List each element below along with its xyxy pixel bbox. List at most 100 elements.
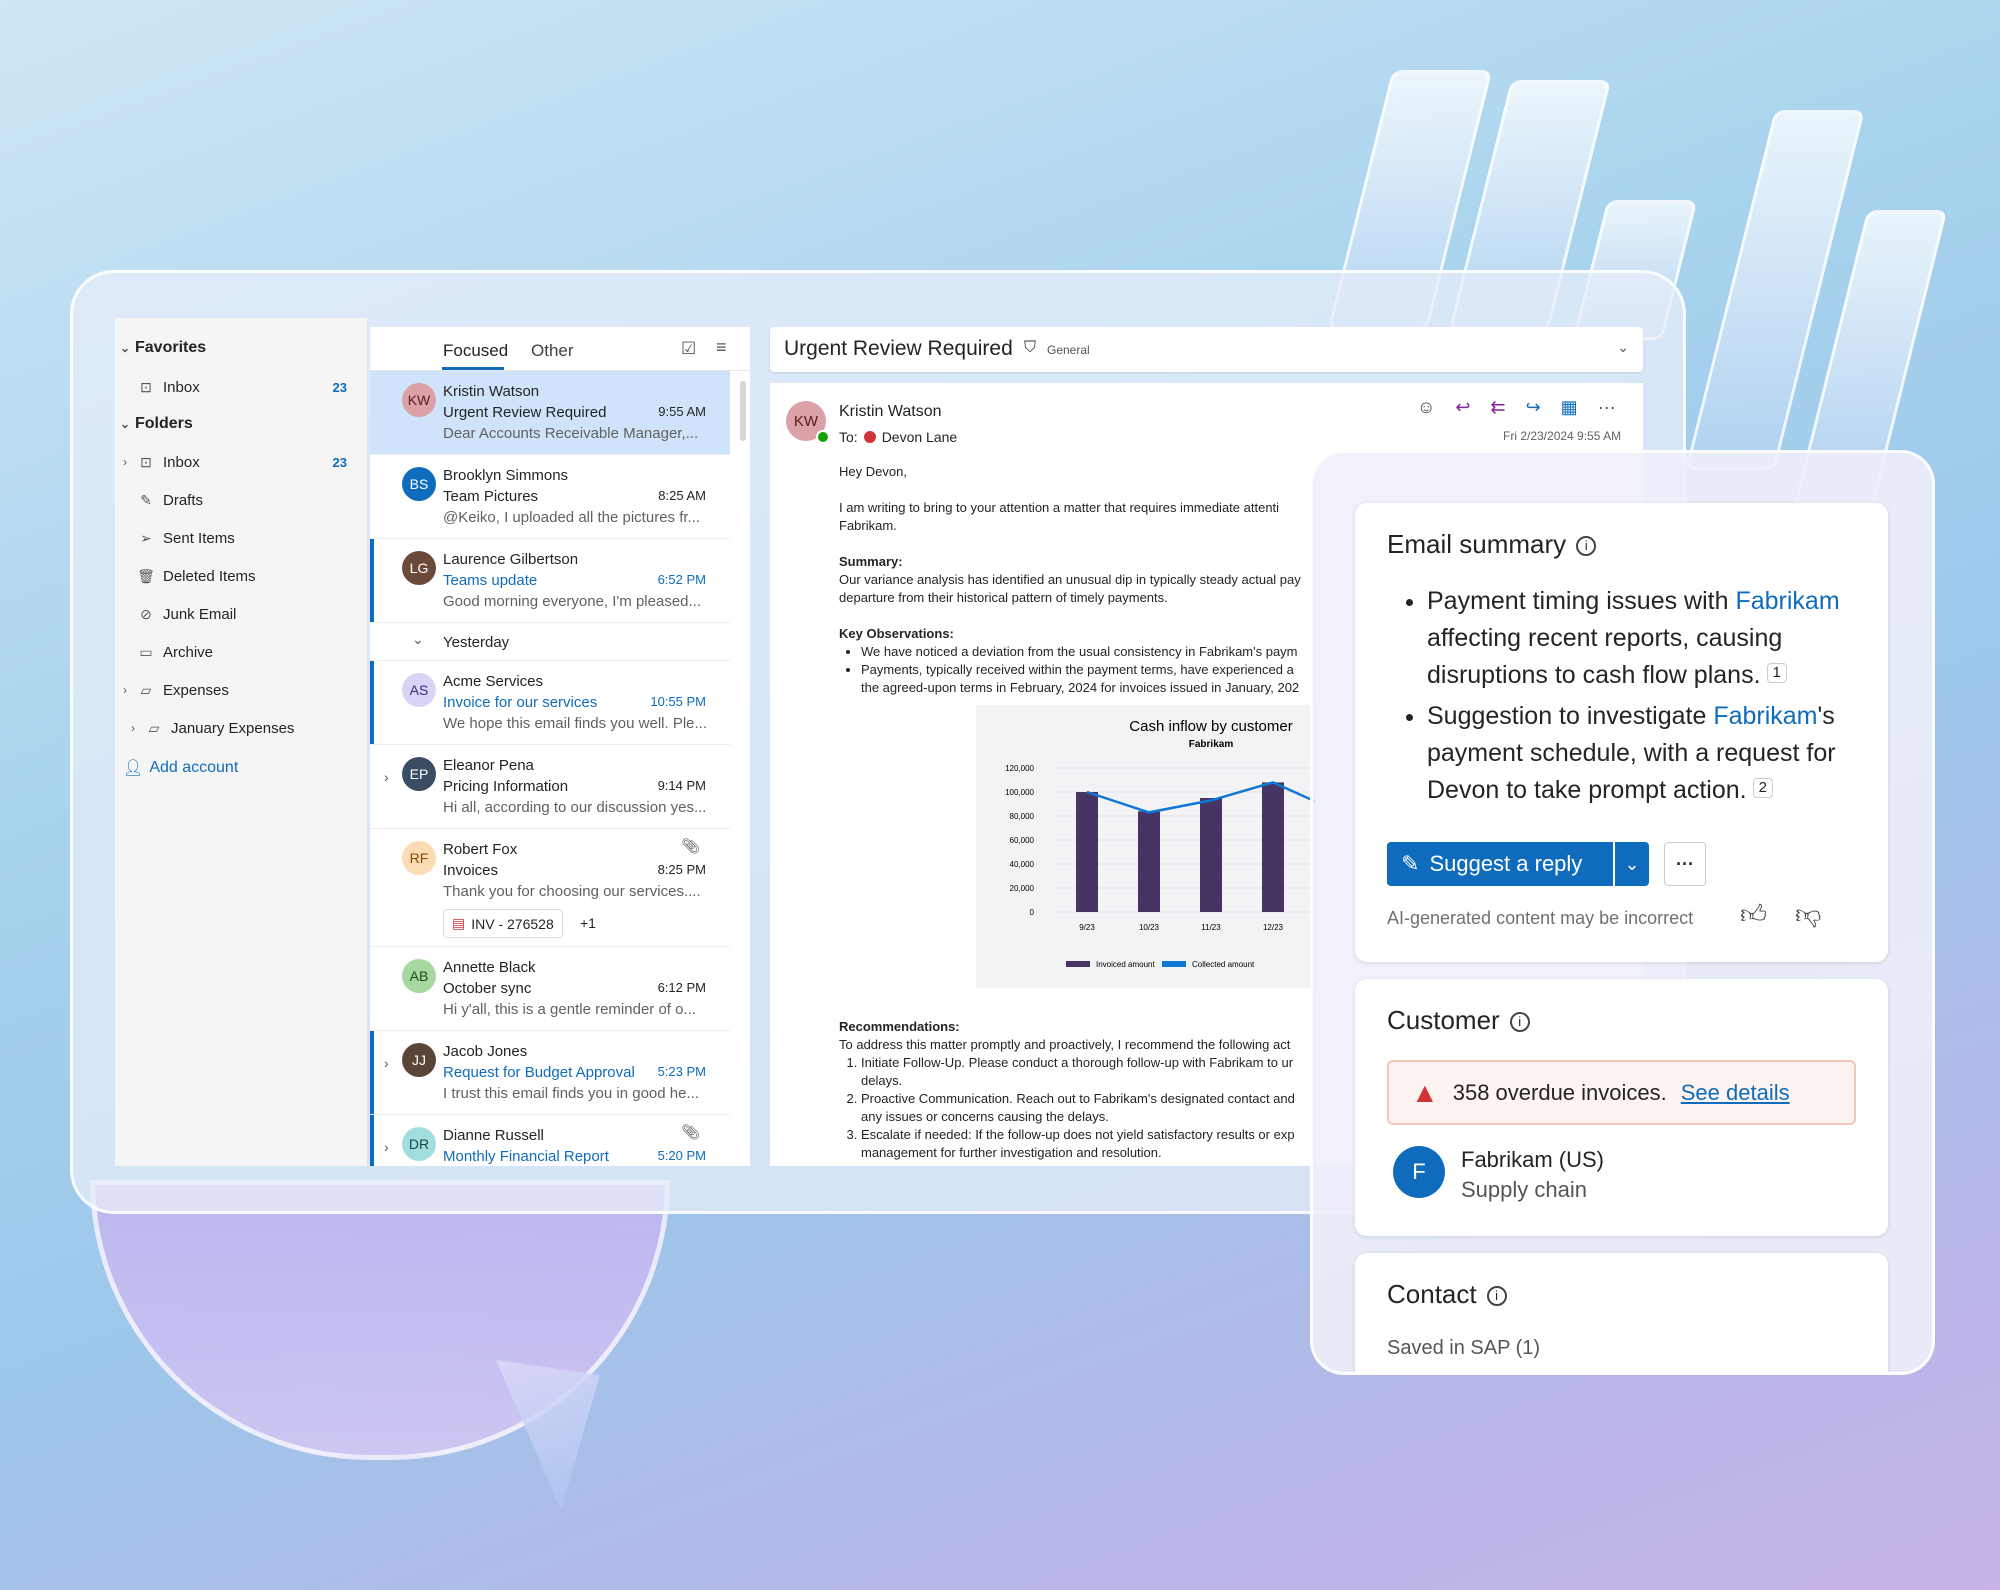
message-tabs: Focused Other ☑ ≡ [370,327,750,371]
citation-ref[interactable]: 2 [1752,778,1773,798]
y-tick-label: 100,000 [1005,788,1034,797]
sidebar-item-label: Drafts [163,491,204,509]
sensitivity-label[interactable]: General [1047,343,1090,357]
email-subject: Urgent Review Required [784,337,1013,360]
scrollbar[interactable] [740,381,746,441]
suggest-reply-dropdown[interactable]: ⌄ [1615,842,1649,886]
message-row[interactable]: AB Annette Black October sync 6:12 PM Hi y'a… [370,947,730,1031]
message-row[interactable]: AS Acme Services Invoice for our services 1… [370,661,730,745]
sidebar-item-inbox[interactable]: ⊡ Inbox 23 [115,371,367,403]
message-row[interactable]: LG Laurence Gilbertson Teams update 6:52 PM… [370,539,730,623]
forward-icon[interactable]: ↪ [1526,397,1541,418]
emoji-reaction-icon[interactable]: ☺ [1417,397,1435,418]
bar-invoiced [1138,811,1160,912]
thumbs-down-icon[interactable]: 👎︎ [1795,899,1821,930]
text-line: departure from their historical pattern … [839,590,1168,605]
sidebar-item-january-expenses[interactable]: › ▱ January Expenses [115,712,367,744]
message-subject: Monthly Financial Report [443,1148,609,1165]
chevron-right-icon[interactable]: › [123,721,143,735]
expand-thread-icon[interactable]: › [384,1055,389,1071]
presence-available-icon [816,430,830,444]
recipient-name[interactable]: Devon Lane [882,429,958,445]
chevron-down-icon[interactable]: ⌄ [1617,339,1629,356]
message-subject: Team Pictures [443,488,539,505]
presence-busy-icon [863,431,876,443]
attachment-name: INV - 276528 [471,915,554,932]
shield-icon: ⛉ [1024,339,1037,356]
message-row[interactable]: › JJ Jacob Jones Request for Budget Approva… [370,1031,730,1115]
cash-inflow-chart: Cash inflow by customer Fabrikam 0 20,000 40… [976,705,1322,988]
sidebar-item-junk-email[interactable]: ⊘ Junk Email [115,598,367,630]
warning-icon: ▲ [1411,1076,1439,1108]
more-options-button[interactable]: ··· [1664,842,1706,886]
avatar: JJ [402,1043,436,1077]
info-icon[interactable]: i [1486,1286,1507,1306]
card-title: Contact [1387,1279,1477,1309]
sidebar-item-sent-items[interactable]: ➢ Sent Items [115,522,367,554]
customer-card: Customer i ▲ 358 overdue invoices. See de… [1355,979,1888,1236]
text-line: Proactive Communication. Reach out to Fa… [861,1091,1295,1106]
reply-icon[interactable]: ↩ [1455,397,1470,418]
info-icon[interactable]: i [1509,1012,1530,1032]
select-checkbox-icon[interactable]: ☑ [681,339,696,359]
see-details-link[interactable]: See details [1681,1080,1790,1106]
message-row[interactable]: KW Kristin Watson Urgent Review Required 9:… [370,371,730,455]
button-label: Suggest a reply [1429,851,1583,876]
chevron-down-icon: ⌄ [119,417,131,431]
tab-focused[interactable]: Focused [443,341,508,361]
citation-ref[interactable]: 1 [1766,663,1787,683]
message-actions: ☺ ↩ ⇇ ↪ ▦ ··· [1417,397,1616,418]
tab-other[interactable]: Other [531,341,574,361]
suggest-reply-button[interactable]: ✎ Suggest a reply [1387,842,1613,886]
trash-icon: 🗑︎ [137,567,155,584]
x-tick-label: 10/23 [1139,923,1160,932]
folder-group-header[interactable]: ⌄ Folders [115,408,367,440]
y-tick-label: 80,000 [1010,812,1035,821]
message-time: 9:55 AM [658,404,706,419]
company-name[interactable]: Fabrikam (US) [1461,1147,1604,1173]
summary-bullet: Suggestion to investigate Fabrikam's pay… [1427,698,1867,809]
expand-thread-icon[interactable]: › [384,769,389,785]
date-divider[interactable]: ⌄ Yesterday [370,623,730,661]
sidebar-item-archive[interactable]: ▭ Archive [115,636,367,668]
message-row[interactable]: RF Robert Fox Invoices 8:25 PM Thank you for… [370,829,730,947]
filter-icon[interactable]: ≡ [716,337,727,358]
chevron-right-icon[interactable]: › [115,455,135,469]
expand-thread-icon[interactable]: › [384,1139,389,1155]
entity-link[interactable]: Fabrikam [1735,587,1839,615]
attachment-chip[interactable]: ▤ INV - 276528 [443,909,563,938]
more-options-icon[interactable]: ··· [1598,397,1616,418]
more-attachments-count[interactable]: +1 [580,915,596,931]
info-icon[interactable]: i [1576,536,1597,556]
chevron-down-icon: ⌄ [412,631,424,647]
paperclip-icon: 📎︎ [680,1124,700,1141]
y-tick-label: 0 [1030,908,1035,917]
apps-icon[interactable]: ▦ [1561,397,1578,418]
avatar-initials: DR [408,1136,430,1152]
thumbs-up-icon[interactable]: 👍︎ [1740,899,1767,930]
message-row[interactable]: BS Brooklyn Simmons Team Pictures 8:25 AM @K… [370,455,730,539]
reply-all-icon[interactable]: ⇇ [1490,397,1505,418]
pdf-file-icon: ▤ [452,915,466,931]
entity-link[interactable]: Fabrikam [1713,702,1817,730]
company-category: Supply chain [1461,1177,1587,1202]
sidebar-item-drafts[interactable]: ✎ Drafts [115,484,367,516]
sender-name: Annette Black [443,959,536,976]
sender-name[interactable]: Kristin Watson [839,403,942,421]
sidebar-item-inbox[interactable]: › ⊡ Inbox 23 [115,446,367,478]
sidebar-item-deleted-items[interactable]: 🗑︎ Deleted Items [115,560,367,592]
company-avatar[interactable]: F [1393,1146,1445,1198]
add-account-link[interactable]: 👤︎ Add account [115,752,367,784]
message-row[interactable]: › DR Dianne Russell Monthly Financial Repor… [370,1115,730,1166]
x-tick-label: 9/23 [1079,923,1095,932]
text-line: I am writing to bring to your attention … [839,500,1280,515]
sidebar-item-expenses[interactable]: › ▱ Expenses [115,674,367,706]
tab-active-indicator [442,367,504,370]
avatar-initials: BS [409,476,429,492]
chevron-right-icon[interactable]: › [115,683,135,697]
folder-group-header[interactable]: ⌄ Favorites [115,332,367,364]
avatar: DR [402,1127,436,1161]
bar-invoiced [1262,782,1284,912]
sender-name: Robert Fox [443,841,518,858]
message-row[interactable]: › EP Eleanor Pena Pricing Information 9:14 P… [370,745,730,829]
